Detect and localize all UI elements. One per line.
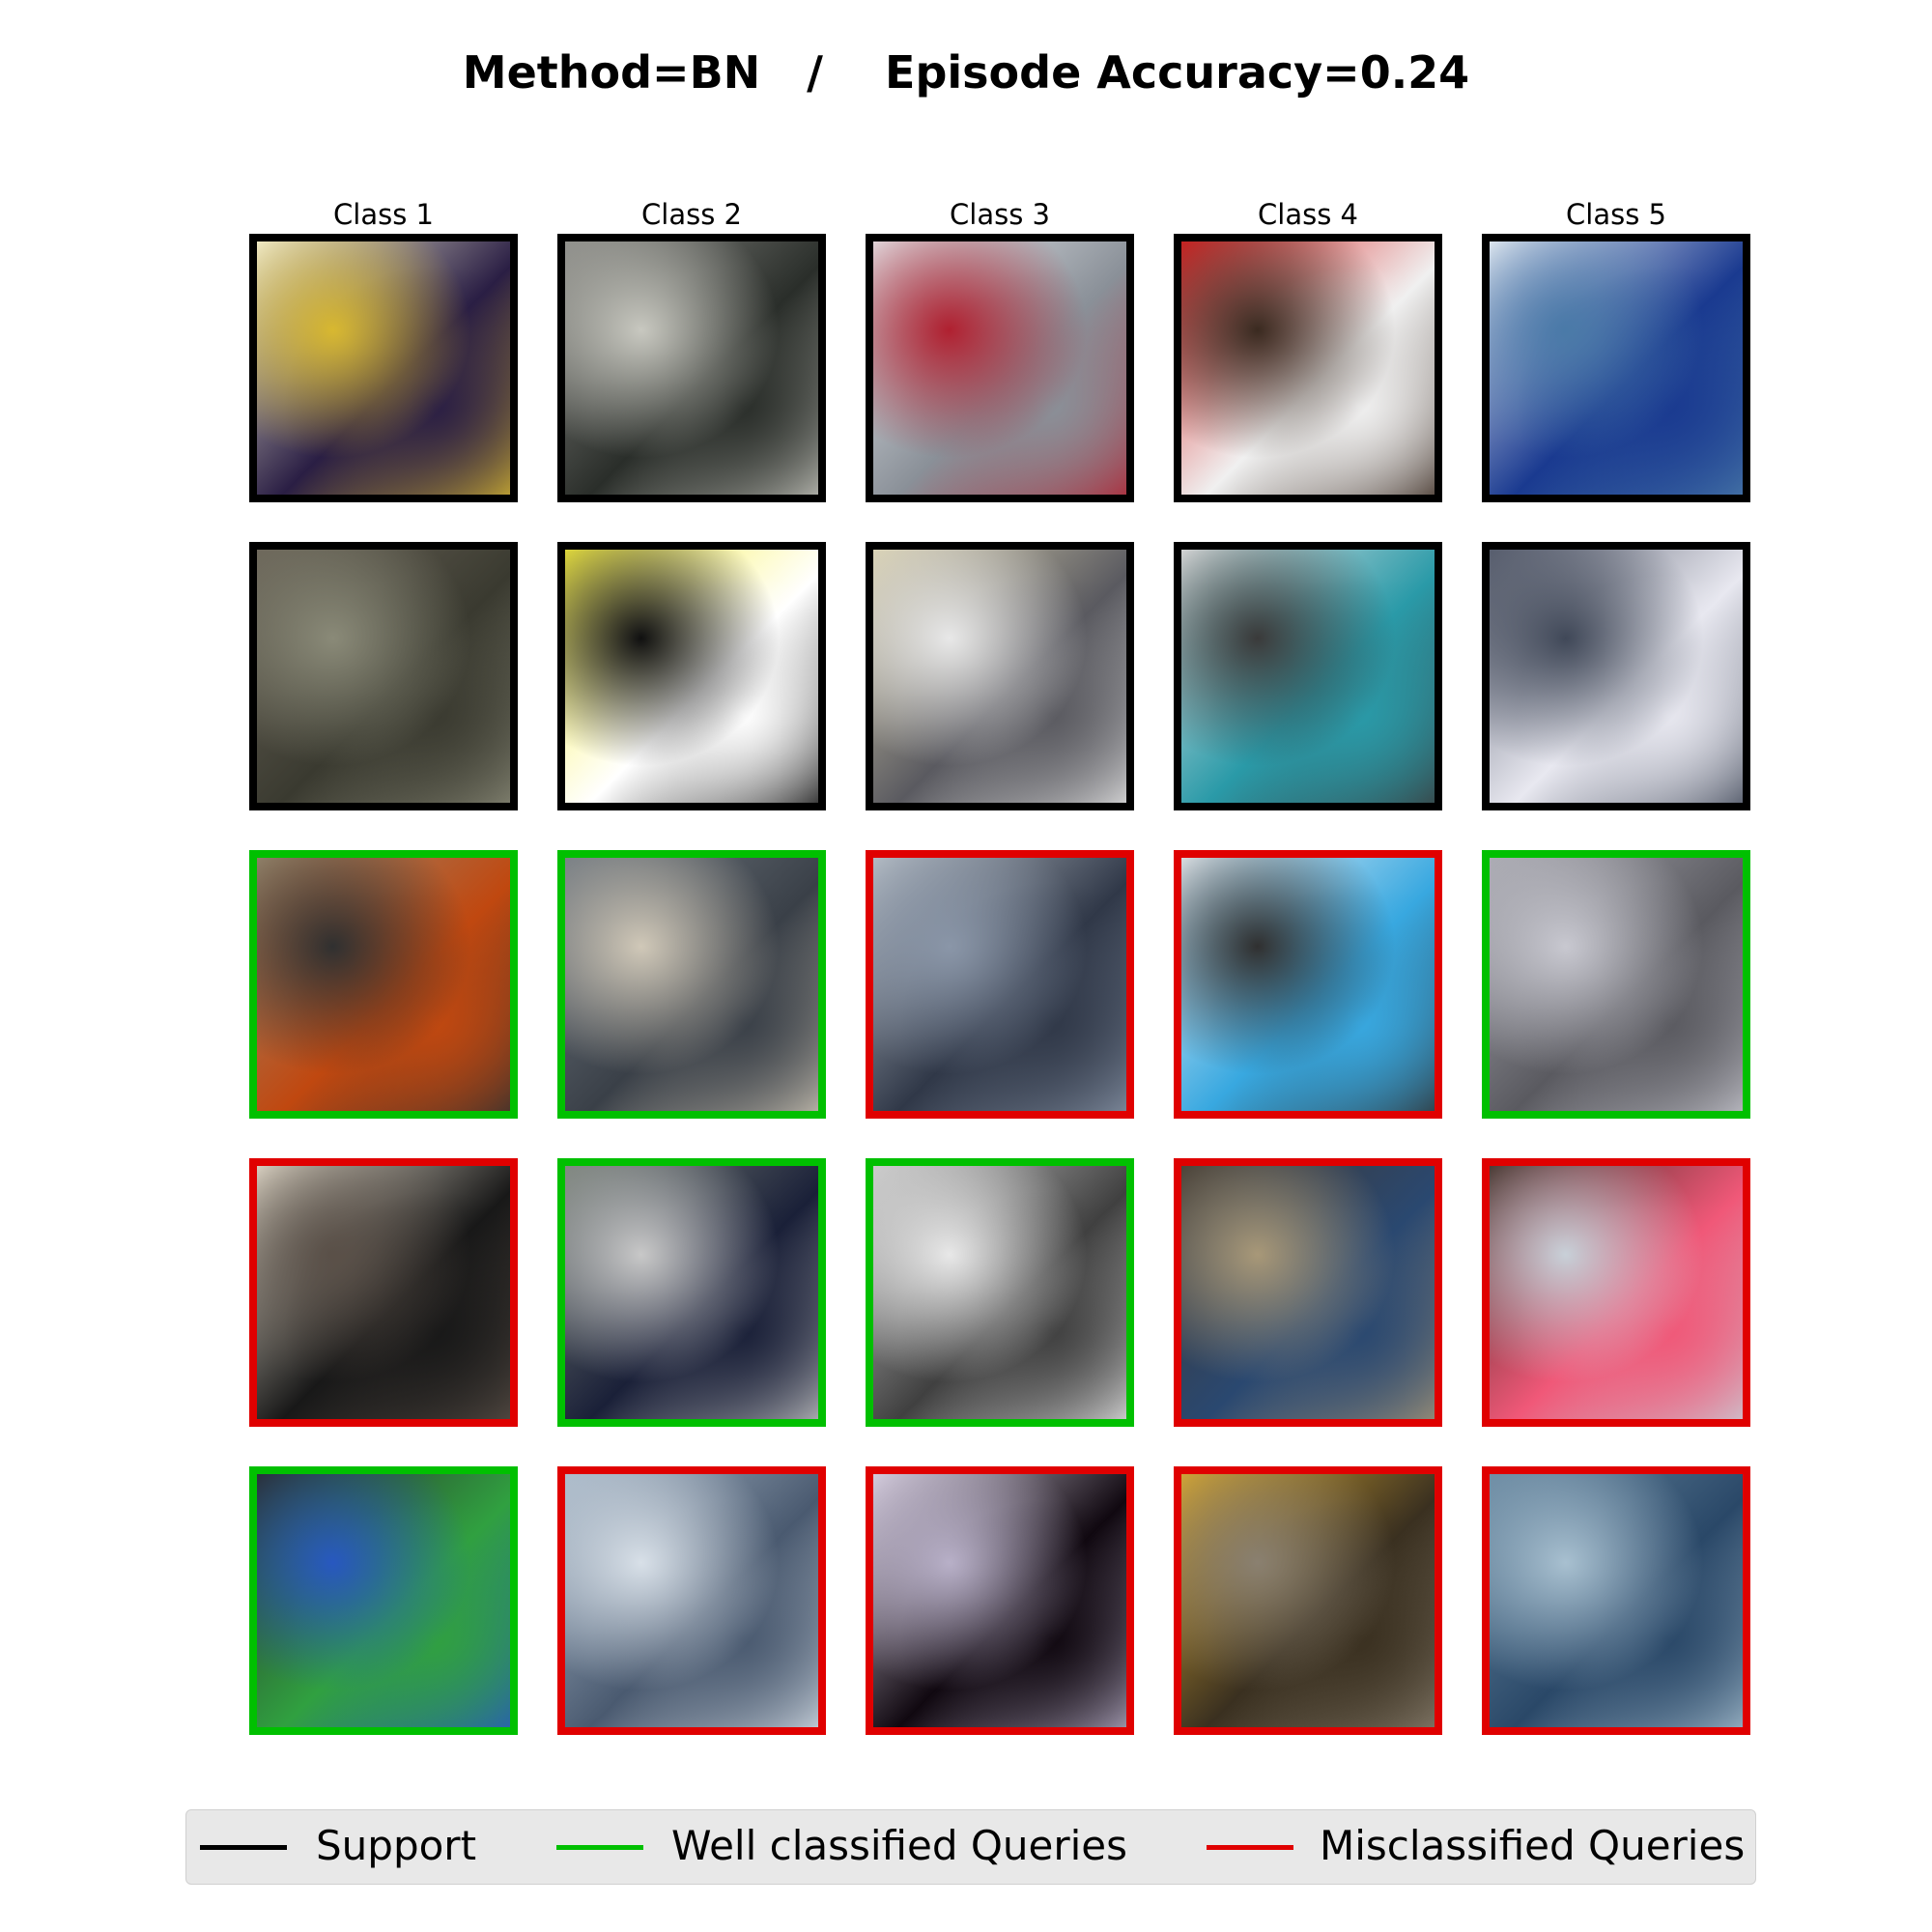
- blurry-navy-thumbnail: [565, 1166, 818, 1419]
- legend-mis-line: [1207, 1845, 1293, 1850]
- well-classified-query-image-r3-c2: [557, 850, 826, 1119]
- blurry-animal-thumbnail: [257, 550, 510, 803]
- dark-bus-thumbnail: [1181, 1166, 1435, 1419]
- blurry-gray-boat-thumbnail: [1490, 858, 1743, 1111]
- class-label-1: Class 1: [333, 198, 434, 231]
- support-image-r2-c3: [866, 542, 1134, 810]
- class-label-4: Class 4: [1258, 198, 1358, 231]
- airplane-on-runway-thumbnail: [873, 550, 1126, 803]
- misclassified-query-image-r4-c5: [1482, 1158, 1750, 1427]
- well-classified-query-image-r4-c3: [866, 1158, 1134, 1427]
- blurry-gray-thumbnail: [565, 242, 818, 495]
- well-classified-query-image-r3-c5: [1482, 850, 1750, 1119]
- bus-rear-tdf-thumbnail: [1181, 858, 1435, 1111]
- support-image-r1-c4: [1174, 234, 1442, 502]
- white-teal-bus-thumbnail: [1181, 550, 1435, 803]
- misclassified-query-image-r4-c4: [1174, 1158, 1442, 1427]
- people-on-boat-thumbnail: [1490, 1166, 1743, 1419]
- misclassified-query-image-r3-c3: [866, 850, 1134, 1119]
- support-image-r2-c5: [1482, 542, 1750, 810]
- support-image-r1-c3: [866, 234, 1134, 502]
- blurry-ship-thumbnail: [1490, 550, 1743, 803]
- support-image-r1-c1: [249, 234, 518, 502]
- blurry-blue-gray-thumbnail: [565, 1474, 818, 1727]
- support-image-r1-c5: [1482, 234, 1750, 502]
- red-double-decker-bus-thumbnail: [1181, 242, 1435, 495]
- blue-white-boat-thumbnail: [1490, 242, 1743, 495]
- well-classified-query-image-r3-c1: [249, 850, 518, 1119]
- support-image-r2-c4: [1174, 542, 1442, 810]
- figure-title: Method=BN / Episode Accuracy=0.24: [462, 46, 1470, 99]
- airplane-in-sky-thumbnail: [873, 242, 1126, 495]
- pencils-closeup-thumbnail: [257, 242, 510, 495]
- bicycle-orange-thumbnail: [257, 858, 510, 1111]
- blurry-dark-thumbnail: [565, 858, 818, 1111]
- blurry-dark-light-thumbnail: [873, 1474, 1126, 1727]
- misclassified-query-image-r3-c4: [1174, 850, 1442, 1119]
- legend-support-line: [200, 1845, 287, 1850]
- school-bus-thumbnail: [1181, 1474, 1435, 1727]
- dog-and-bicycle-thumbnail: [257, 1166, 510, 1419]
- legend-well-label: Well classified Queries: [671, 1822, 1128, 1869]
- class-label-5: Class 5: [1566, 198, 1666, 231]
- support-image-r1-c2: [557, 234, 826, 502]
- support-image-r2-c2: [557, 542, 826, 810]
- misclassified-query-image-r5-c5: [1482, 1466, 1750, 1735]
- legend-mis-label: Misclassified Queries: [1320, 1822, 1746, 1869]
- misclassified-query-image-r5-c3: [866, 1466, 1134, 1735]
- legend-well-line: [556, 1845, 643, 1850]
- misclassified-query-image-r5-c4: [1174, 1466, 1442, 1735]
- blurry-blue-wave-thumbnail: [1490, 1474, 1743, 1727]
- well-classified-query-image-r4-c2: [557, 1158, 826, 1427]
- misclassified-query-image-r4-c1: [249, 1158, 518, 1427]
- class-label-2: Class 2: [641, 198, 742, 231]
- class-label-3: Class 3: [950, 198, 1050, 231]
- gray-propeller-plane-thumbnail: [873, 1166, 1126, 1419]
- propeller-plane-thumbnail: [873, 858, 1126, 1111]
- yellow-car-thumbnail: [565, 550, 818, 803]
- support-image-r2-c1: [249, 542, 518, 810]
- bicycles-at-rack-thumbnail: [257, 1474, 510, 1727]
- legend: Support Well classified Queries Misclass…: [185, 1809, 1756, 1885]
- legend-support-label: Support: [316, 1822, 477, 1869]
- well-classified-query-image-r5-c1: [249, 1466, 518, 1735]
- misclassified-query-image-r5-c2: [557, 1466, 826, 1735]
